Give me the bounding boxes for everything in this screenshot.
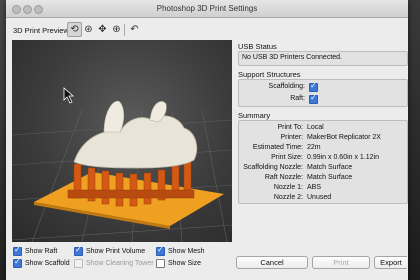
show-scaffold-label: Show Scaffold bbox=[25, 260, 70, 267]
toolbar-divider bbox=[124, 24, 125, 36]
close-window-button[interactable] bbox=[12, 5, 21, 14]
summary-heading: Summary bbox=[238, 111, 271, 120]
show-print-volume-checkbox[interactable] bbox=[74, 245, 83, 256]
summary-value: Match Surface bbox=[307, 174, 353, 181]
show-size-option[interactable]: Show Size bbox=[156, 259, 201, 268]
summary-label: Raft Nozzle: bbox=[264, 174, 303, 181]
show-size-checkbox[interactable] bbox=[156, 259, 165, 268]
show-mesh-checkbox[interactable] bbox=[156, 245, 165, 256]
summary-value: 22m bbox=[307, 144, 321, 151]
show-size-label: Show Size bbox=[168, 260, 202, 267]
show-cleaning-tower-label: Show Cleaning Tower bbox=[86, 260, 154, 267]
photoshop-background-right bbox=[408, 0, 420, 280]
raft-label: Raft: bbox=[290, 95, 305, 102]
show-cleaning-tower-checkbox bbox=[74, 259, 83, 268]
show-mesh-label: Show Mesh bbox=[168, 248, 205, 255]
show-cleaning-tower-option: Show Cleaning Tower bbox=[74, 259, 154, 268]
show-raft-label: Show Raft bbox=[25, 248, 58, 255]
minimize-window-button[interactable] bbox=[23, 5, 32, 14]
usb-status-heading: USB Status bbox=[238, 42, 277, 51]
print-preview-viewport[interactable] bbox=[12, 40, 232, 242]
summary-label: Nozzle 1: bbox=[273, 184, 303, 191]
show-print-volume-option[interactable]: Show Print Volume bbox=[74, 245, 146, 256]
raft bbox=[34, 172, 224, 226]
summary-label: Nozzle 2: bbox=[273, 194, 303, 201]
summary-label: Printer: bbox=[280, 134, 303, 141]
show-scaffold-checkbox[interactable] bbox=[13, 257, 22, 268]
summary-label: Print To: bbox=[277, 124, 303, 131]
usb-status-box: No USB 3D Printers Connected. bbox=[238, 51, 408, 66]
show-print-volume-label: Show Print Volume bbox=[86, 248, 146, 255]
preview-scene bbox=[12, 87, 232, 242]
show-mesh-option[interactable]: Show Mesh bbox=[156, 245, 205, 256]
show-scaffold-option[interactable]: Show Scaffold bbox=[13, 257, 70, 268]
reset-view-icon[interactable]: ↶ bbox=[128, 23, 141, 36]
summary-label: Estimated Time: bbox=[252, 144, 303, 151]
support-structures-box: Scaffolding: Raft: bbox=[238, 79, 408, 107]
support-structures-heading: Support Structures bbox=[238, 70, 301, 79]
preview-label: 3D Print Preview bbox=[13, 26, 69, 35]
shell-model bbox=[73, 115, 198, 169]
summary-label: Print Size: bbox=[271, 154, 303, 161]
summary-label: Scaffolding Nozzle: bbox=[243, 164, 303, 171]
scaffolding-checkbox[interactable] bbox=[309, 81, 318, 92]
title-bar: Photoshop 3D Print Settings bbox=[6, 0, 408, 18]
print-settings-dialog: Photoshop 3D Print Settings 3D Print Pre… bbox=[6, 0, 408, 280]
show-raft-checkbox[interactable] bbox=[13, 245, 22, 256]
cancel-button[interactable]: Cancel bbox=[236, 256, 308, 269]
summary-value: 0.99in x 0.60in x 1.12in bbox=[307, 154, 379, 161]
usb-status-message: No USB 3D Printers Connected. bbox=[242, 54, 342, 61]
export-button[interactable]: Export bbox=[374, 256, 407, 269]
summary-value: Match Surface bbox=[307, 164, 353, 171]
summary-value: Local bbox=[307, 124, 324, 131]
summary-value: MakerBot Replicator 2X bbox=[307, 134, 381, 141]
summary-value: Unused bbox=[307, 194, 332, 201]
scaffolding-label: Scaffolding: bbox=[268, 83, 305, 90]
slide-tool-icon[interactable]: ⊕ bbox=[110, 23, 123, 36]
raft-checkbox[interactable] bbox=[309, 93, 318, 104]
show-raft-option[interactable]: Show Raft bbox=[13, 245, 58, 256]
orbit-tool-icon[interactable]: ⟲ bbox=[67, 22, 82, 37]
zoom-window-button[interactable] bbox=[34, 5, 43, 14]
summary-box: Print To: Local Printer: MakerBot Replic… bbox=[238, 120, 408, 204]
print-button: Print bbox=[312, 256, 370, 269]
cursor-icon bbox=[63, 87, 75, 104]
roll-tool-icon[interactable]: ⊛ bbox=[82, 23, 95, 36]
window-title: Photoshop 3D Print Settings bbox=[156, 4, 258, 13]
drag-tool-icon[interactable]: ✥ bbox=[96, 23, 109, 36]
summary-value: ABS bbox=[307, 184, 322, 191]
